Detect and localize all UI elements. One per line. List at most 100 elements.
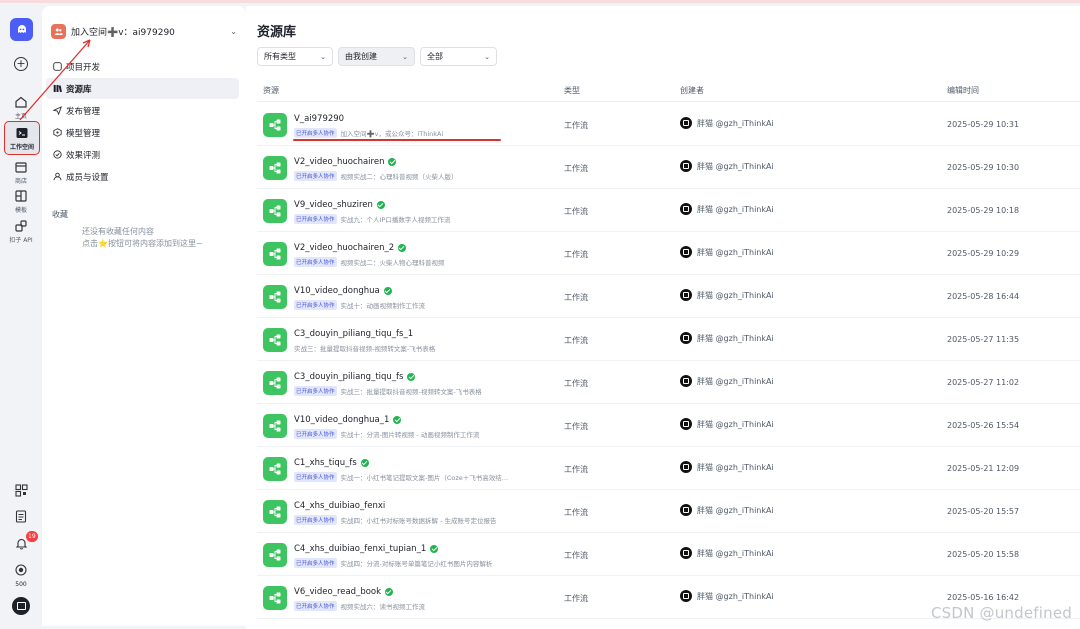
table-row[interactable]: V10_video_donghua 已开启多人协作 实战十：动画视频制作工作流 … xyxy=(257,275,1080,318)
resource-name-text: V10_video_donghua xyxy=(294,286,380,296)
table-row[interactable]: V2_video_huochairen_2 已开启多人协作 视频实战二：火柴人物… xyxy=(257,232,1080,275)
table-row[interactable]: C1_xhs_tiqu_fs 已开启多人协作 实战一：小红书笔记提取文案-图片（… xyxy=(257,447,1080,490)
rail-item-template[interactable]: 模板 xyxy=(0,189,42,214)
nav-item-project-dev[interactable]: 项目开发 xyxy=(46,56,239,77)
column-header-type: 类型 xyxy=(564,86,580,95)
resource-type: 工作流 xyxy=(564,164,588,173)
user-avatar[interactable] xyxy=(0,597,42,615)
qr-code-icon[interactable] xyxy=(0,482,42,501)
workspace-sidebar: 加入空间➕v：ai979290 ⌄ 项目开发 资源库 发布管理 模型管理 效果评… xyxy=(42,6,246,626)
rail-item-home[interactable]: 主页 xyxy=(0,95,42,120)
resource-name[interactable]: V2_video_huochairen xyxy=(294,157,397,167)
table-row[interactable]: V2_video_huochairen 已开启多人协作 视频实战二：心理科普视频… xyxy=(257,146,1080,189)
table-row[interactable]: C3_douyin_piliang_tiqu_fs 已开启多人协作 实战三：批量… xyxy=(257,361,1080,404)
table-row[interactable]: C3_douyin_piliang_tiqu_fs_1 实战三：批量提取抖音视频… xyxy=(257,318,1080,361)
collab-tag: 已开启多人协作 xyxy=(294,386,337,396)
table-row[interactable]: C4_xhs_duibiao_fenxi_tupian_1 已开启多人协作 实战… xyxy=(257,533,1080,576)
resource-edit-time: 2025-05-29 10:30 xyxy=(947,163,1020,172)
chevron-down-icon: ⌄ xyxy=(402,52,408,61)
table-row[interactable]: V9_video_shuziren 已开启多人协作 实战九：个人IP口播数字人视… xyxy=(257,189,1080,232)
left-rail: + 主页 工作空间 商店 模板 扣子 API 19 500 xyxy=(0,3,42,629)
nav-item-members[interactable]: 成员与设置 xyxy=(46,166,239,187)
column-header-resource: 资源 xyxy=(263,86,279,95)
coze-logo-icon[interactable] xyxy=(10,18,33,41)
resource-description: 已开启多人协作 视频实战二：心理科普视频（火柴人版） xyxy=(294,171,458,181)
create-plus-icon[interactable]: + xyxy=(14,57,28,71)
resource-name[interactable]: V10_video_donghua xyxy=(294,286,392,296)
resource-name[interactable]: V6_video_read_book xyxy=(294,587,394,597)
resource-creator: 胖猫 @gzh_iThinkAi xyxy=(680,332,774,344)
space-switcher[interactable]: 加入空间➕v：ai979290 ⌄ xyxy=(51,21,237,41)
resource-name[interactable]: V2_video_huochairen_2 xyxy=(294,243,407,253)
resource-creator: 胖猫 @gzh_iThinkAi xyxy=(680,461,774,473)
table-row[interactable]: C4_xhs_duibiao_fenxi 已开启多人协作 实战四：小红书对标账号… xyxy=(257,490,1080,533)
creator-name: 胖猫 @gzh_iThinkAi xyxy=(697,591,774,601)
workflow-icon xyxy=(263,586,287,610)
resource-type: 工作流 xyxy=(564,594,588,603)
published-check-icon xyxy=(407,373,416,381)
table-row[interactable]: V10_video_donghua_1 已开启多人协作 实战十：分流-图片转视频… xyxy=(257,404,1080,447)
resource-name[interactable]: C3_douyin_piliang_tiqu_fs_1 xyxy=(294,329,413,339)
creator-avatar-icon xyxy=(680,160,692,172)
nav-item-publish[interactable]: 发布管理 xyxy=(46,100,239,121)
filter-type-select[interactable]: 所有类型 ⌄ xyxy=(257,47,333,66)
table-header: 资源 类型 创建者 编辑时间 xyxy=(257,80,1080,102)
creator-avatar-icon xyxy=(680,418,692,430)
resource-name[interactable]: C3_douyin_piliang_tiqu_fs xyxy=(294,372,416,382)
published-check-icon xyxy=(398,244,407,252)
nav-item-evaluation[interactable]: 效果评测 xyxy=(46,144,239,165)
rail-item-label: 主页 xyxy=(14,113,27,120)
resource-name[interactable]: V_ai979290 xyxy=(294,114,344,124)
resource-description-text: 视频实战二：火柴人物心理科普视频 xyxy=(340,259,445,267)
creator-avatar-icon xyxy=(680,289,692,301)
nav-item-models[interactable]: 模型管理 xyxy=(46,122,239,143)
resource-description: 已开启多人协作 实战十：动画视频制作工作流 xyxy=(294,300,425,310)
workflow-icon xyxy=(263,543,287,567)
resource-type: 工作流 xyxy=(564,508,588,517)
creator-avatar-icon xyxy=(680,504,692,516)
collab-tag: 已开启多人协作 xyxy=(294,128,337,138)
rail-item-workspace[interactable]: 工作空间 xyxy=(4,121,40,155)
rail-item-store[interactable]: 商店 xyxy=(0,160,42,185)
resource-description: 已开启多人协作 加入空间➕v，或公众号：iThinkAi xyxy=(294,128,443,138)
resource-description: 已开启多人协作 实战四：分流-对标账号单篇笔记小红书图片内容解析 xyxy=(294,558,492,568)
resource-edit-time: 2025-05-20 15:57 xyxy=(947,507,1020,516)
favorites-empty: 还没有收藏任何内容 点击⭐按钮可将内容添加到这里~ xyxy=(82,226,203,250)
resource-description: 已开启多人协作 实战九：个人IP口播数字人视频工作流 xyxy=(294,214,450,224)
workflow-icon xyxy=(263,285,287,309)
resource-name-text: V2_video_huochairen xyxy=(294,157,385,167)
resource-name-text: C1_xhs_tiqu_fs xyxy=(294,458,357,468)
resource-name[interactable]: C4_xhs_duibiao_fenxi_tupian_1 xyxy=(294,544,439,554)
nav-item-label: 效果评测 xyxy=(66,150,101,161)
resource-creator: 胖猫 @gzh_iThinkAi xyxy=(680,590,774,602)
points-icon xyxy=(15,564,27,576)
points-indicator[interactable]: 500 xyxy=(0,561,42,588)
collab-tag: 已开启多人协作 xyxy=(294,257,337,267)
filter-status-select[interactable]: 全部 ⌄ xyxy=(420,47,497,66)
workspace-icon xyxy=(16,128,28,138)
document-icon[interactable] xyxy=(0,508,42,527)
rail-item-label: 扣子 API xyxy=(9,237,33,244)
collab-tag: 已开启多人协作 xyxy=(294,601,337,611)
rail-item-api[interactable]: 扣子 API xyxy=(0,219,42,244)
resource-name[interactable]: V9_video_shuziren xyxy=(294,200,385,210)
resource-description-text: 实战十：分流-图片转视频 - 动画视频制作工作流 xyxy=(340,431,480,439)
resource-type: 工作流 xyxy=(564,293,588,302)
resource-name[interactable]: C1_xhs_tiqu_fs xyxy=(294,458,369,468)
resource-description-text: 实战一：小红书笔记提取文案-图片（Coze＋飞书高效结… xyxy=(340,474,509,482)
creator-avatar-icon xyxy=(680,246,692,258)
nav-item-resource-library[interactable]: 资源库 xyxy=(46,78,239,99)
resource-name[interactable]: V10_video_donghua_1 xyxy=(294,415,402,425)
filter-creator-select[interactable]: 由我创建 ⌄ xyxy=(338,47,415,66)
column-header-edited: 编辑时间 xyxy=(947,86,979,95)
resource-name-text: V6_video_read_book xyxy=(294,587,382,597)
workflow-icon xyxy=(263,156,287,180)
creator-name: 胖猫 @gzh_iThinkAi xyxy=(697,419,774,429)
resource-description: 已开启多人协作 视频实战二：火柴人物心理科普视频 xyxy=(294,257,445,267)
resource-description: 实战三：批量提取抖音视频-视频转文案-飞书表格 xyxy=(294,343,435,353)
resource-edit-time: 2025-05-29 10:31 xyxy=(947,120,1020,129)
resource-name[interactable]: C4_xhs_duibiao_fenxi xyxy=(294,501,385,511)
workflow-icon xyxy=(263,500,287,524)
resource-type: 工作流 xyxy=(564,207,588,216)
team-space-icon xyxy=(51,23,66,39)
